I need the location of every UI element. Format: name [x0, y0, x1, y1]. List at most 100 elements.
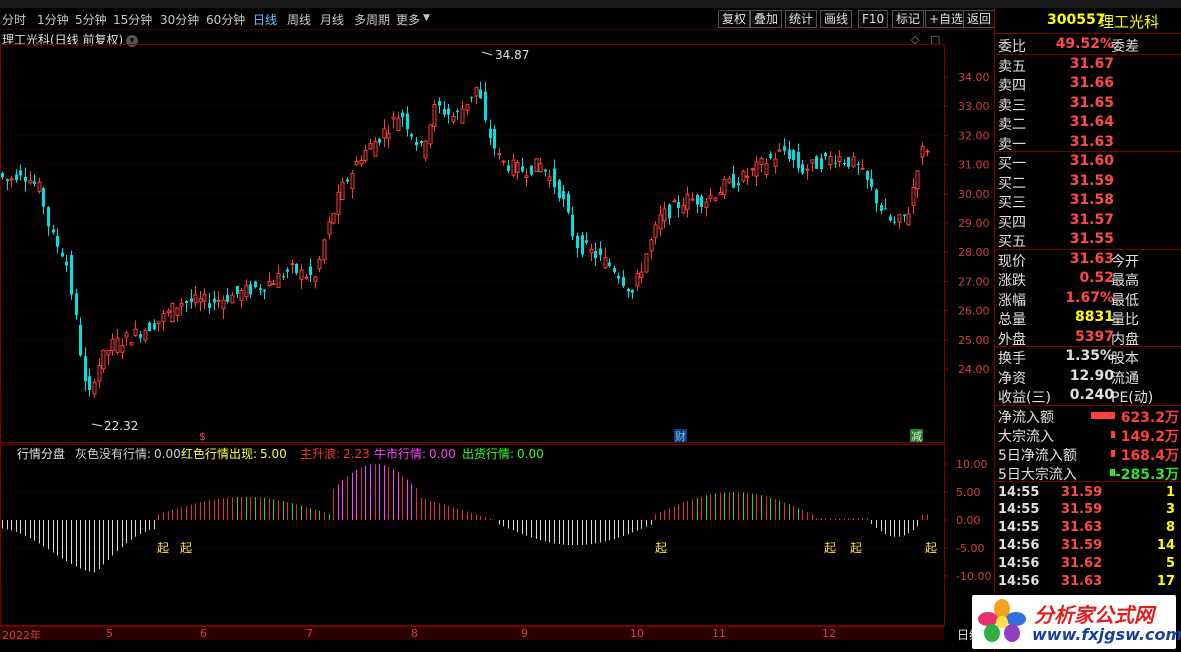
- kline-chart[interactable]: 34.00 33.00 32.00 31.00 30.00 29.00 28.00 27.00…: [0, 44, 994, 626]
- period-tab-3[interactable]: 15分钟: [113, 11, 152, 28]
- candle-body: [166, 310, 171, 314]
- period-tab-4[interactable]: 30分钟: [160, 11, 199, 28]
- indicator-axis-label: 0.00: [956, 514, 981, 527]
- toolbar-button-1[interactable]: 叠加: [750, 10, 783, 28]
- toolbar-button-2[interactable]: 统计: [785, 10, 818, 28]
- candle-body: [681, 205, 686, 214]
- period-tab-1[interactable]: 1分钟: [37, 11, 69, 28]
- indicator-item-label: 灰色没有行情:: [75, 447, 152, 461]
- stat2-row-label: 换手: [998, 351, 1026, 367]
- tick-volume: 1: [1165, 484, 1175, 500]
- event-marker-0[interactable]: $: [199, 430, 206, 443]
- indicator-name[interactable]: 行情分盘: [17, 445, 65, 462]
- candle-body: [451, 115, 456, 123]
- period-tab-5[interactable]: 60分钟: [206, 11, 245, 28]
- candle-body: [860, 167, 865, 170]
- candle-body: [124, 332, 129, 338]
- tick-time: 14:56: [998, 573, 1040, 589]
- date-axis-label: 2022年: [2, 629, 41, 642]
- date-axis-label: 6: [200, 627, 207, 640]
- event-marker-1[interactable]: 财: [675, 429, 686, 443]
- candle-body: [534, 158, 539, 173]
- event-marker-2[interactable]: 减: [911, 430, 922, 443]
- bid-row-label: 买四: [998, 214, 1026, 231]
- period-tab-7[interactable]: 周线: [287, 11, 311, 28]
- period-tab-10[interactable]: 更多: [396, 11, 420, 28]
- candle-body: [193, 294, 198, 304]
- flow-bar: [1111, 430, 1115, 438]
- candle-body: [805, 168, 810, 171]
- period-tab-2[interactable]: 5分钟: [75, 11, 107, 28]
- tick-volume: 3: [1165, 502, 1175, 518]
- candle-body: [304, 276, 309, 279]
- period-toolbar: 分时 1分钟 5分钟 15分钟 30分钟 60分钟 日线 周线 月线 多周期 更多 ▼ 复权 叠加 统计 画线…: [0, 8, 996, 30]
- candle-body: [139, 334, 142, 338]
- candle-body: [484, 91, 487, 121]
- candle-body: [925, 150, 930, 153]
- candle-body: [672, 200, 677, 203]
- flow-row: 5日大宗流入 -285.3万: [995, 463, 1181, 483]
- toolbar-button-3[interactable]: 画线: [820, 10, 853, 28]
- candle-body: [903, 214, 906, 216]
- stat-row-label2: 今开: [1111, 253, 1139, 270]
- stat-row-value: 0.52: [1079, 270, 1114, 286]
- toolbar-button-6[interactable]: +自选: [925, 10, 968, 28]
- candle-body: [15, 174, 18, 181]
- tick-price: 31.59: [1061, 537, 1103, 553]
- candle-body: [317, 258, 322, 270]
- tick-row: 14:55 31.63 8: [995, 519, 1181, 537]
- price-axis-label: 34.00: [958, 71, 990, 84]
- candle-body: [553, 168, 556, 188]
- candle-body: [447, 108, 450, 115]
- tick-row: 14:55 31.59 1: [995, 484, 1181, 502]
- stat2-row-label2: 流通: [1111, 370, 1139, 387]
- quote-panel: 300557 理工光科 委比 49.52% 委差 卖五 31.67 卖四 31.66 卖三 31…: [994, 8, 1181, 652]
- tick-price: 31.62: [1061, 555, 1103, 571]
- candle-body: [479, 89, 482, 99]
- candle-body: [340, 181, 345, 200]
- price-axis-label: 26.00: [958, 305, 990, 318]
- candle-body: [668, 204, 671, 219]
- toolbar-button-4[interactable]: F10: [858, 10, 889, 28]
- candle-body: [42, 188, 45, 207]
- candle-body: [581, 235, 584, 255]
- candle-body: [713, 197, 718, 201]
- flow-label: 大宗流入: [998, 428, 1054, 445]
- candle-body: [386, 132, 391, 139]
- candle-body: [221, 299, 226, 310]
- period-tab-8[interactable]: 月线: [320, 11, 344, 28]
- candle-body: [741, 170, 746, 182]
- period-tab-6[interactable]: 日线: [253, 11, 277, 28]
- toolbar-button-5[interactable]: 标记: [892, 10, 925, 28]
- candle-body: [515, 161, 520, 173]
- candle-body: [792, 150, 795, 161]
- candle-body: [649, 239, 654, 252]
- candle-body: [331, 213, 336, 224]
- toolbar-button-7[interactable]: 返回: [963, 10, 996, 28]
- candle-body: [236, 286, 239, 294]
- period-tab-0[interactable]: 分时: [2, 11, 26, 28]
- candle-body: [567, 193, 570, 213]
- ask-row-label: 卖二: [998, 117, 1026, 133]
- toolbar-button-0[interactable]: 复权: [718, 10, 751, 28]
- price-axis-label: 25.00: [958, 334, 990, 347]
- flow-value: 623.2万: [1120, 409, 1179, 426]
- signal-label: 起: [180, 541, 192, 555]
- candle-body: [382, 128, 387, 139]
- more-caret-icon[interactable]: ▼: [423, 13, 430, 23]
- watermark: 分析家公式网 www.fxjgsw.com: [972, 595, 1181, 649]
- candle-body: [420, 141, 423, 143]
- candle-body: [857, 164, 860, 166]
- flow-row: 大宗流入 149.2万: [995, 425, 1181, 445]
- price-axis-label: 31.00: [958, 159, 990, 172]
- candle-body: [653, 224, 658, 239]
- signal-label: 起: [925, 541, 937, 555]
- candle-body: [290, 263, 295, 266]
- stat-row-label: 现价: [998, 253, 1026, 270]
- candle-body: [797, 151, 800, 169]
- stat-row-value: 1.67%: [1065, 289, 1114, 306]
- candle-body: [1, 172, 4, 178]
- date-axis-label: 11: [712, 627, 726, 640]
- period-tab-9[interactable]: 多周期: [354, 11, 390, 28]
- candle-body: [627, 288, 630, 292]
